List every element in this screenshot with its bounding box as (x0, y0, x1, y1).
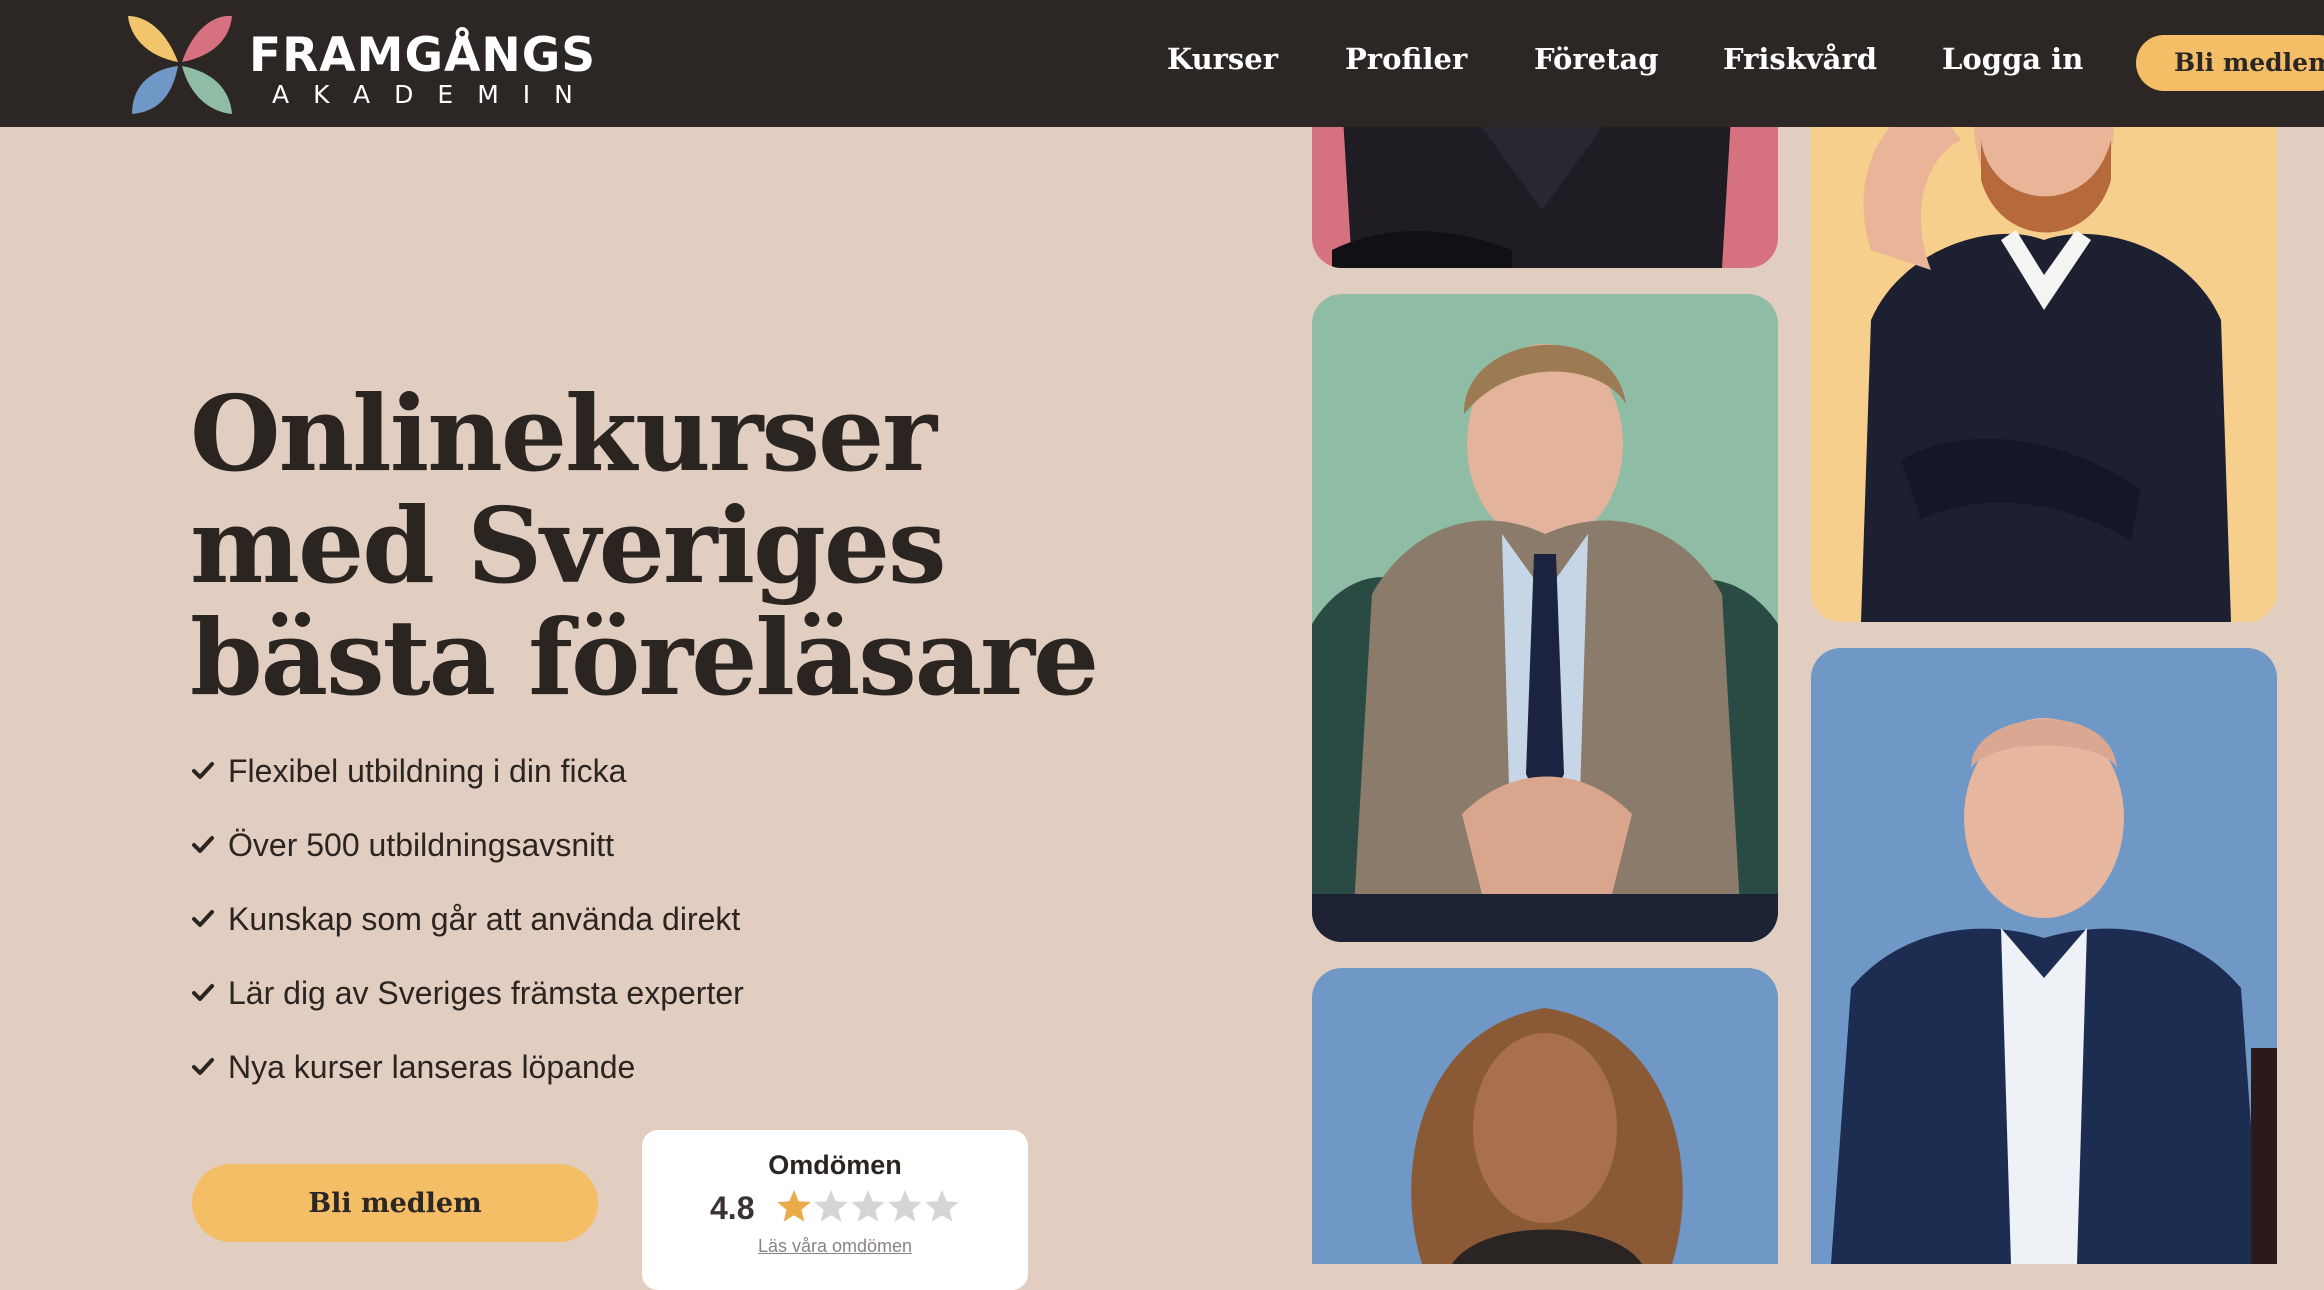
speaker-portrait (1411, 1008, 1683, 1264)
speaker-photo-green (1312, 294, 1778, 942)
benefit-item: Flexibel utbildning i din ficka (190, 734, 744, 808)
nav-item-friskvard[interactable]: Friskvård (1723, 42, 1877, 77)
top-navigation-bar: FRAMGÅNGS AKADEMIN Kurser Profiler Föret… (0, 0, 2324, 127)
benefit-text: Lär dig av Sveriges främsta experter (228, 974, 744, 1011)
benefit-item: Kunskap som går att använda direkt (190, 882, 744, 956)
logo-subtitle: AKADEMIN (272, 80, 597, 109)
star-icon (888, 1190, 922, 1222)
logo-wordmark: FRAMGÅNGS (249, 28, 597, 83)
checkmark-icon (192, 910, 214, 927)
speaker-portrait (1312, 344, 1778, 942)
star-icon (851, 1190, 885, 1222)
benefit-item: Över 500 utbildningsavsnitt (190, 808, 744, 882)
benefit-text: Nya kurser lanseras löpande (228, 1048, 636, 1085)
star-icon (925, 1190, 959, 1222)
join-button[interactable]: Bli medlem (192, 1164, 598, 1242)
checkmark-icon (192, 836, 214, 853)
star-rating (777, 1190, 959, 1222)
read-reviews-link[interactable]: Läs våra omdömen (642, 1236, 1028, 1257)
benefit-text: Kunskap som går att använda direkt (228, 900, 741, 937)
benefit-text: Flexibel utbildning i din ficka (228, 752, 627, 789)
star-icon-filled (777, 1190, 811, 1222)
checkmark-icon (192, 762, 214, 779)
nav-item-logga-in[interactable]: Logga in (1942, 42, 2083, 77)
benefit-item: Nya kurser lanseras löpande (190, 1030, 744, 1104)
hero-title-line: med Sveriges (190, 484, 947, 607)
hero-title: Onlinekurser med Sveriges bästa föreläsa… (190, 378, 1190, 714)
benefit-list: Flexibel utbildning i din ficka Över 500… (190, 734, 744, 1104)
speaker-portrait (1831, 718, 2277, 1264)
checkmark-icon (192, 1058, 214, 1075)
speaker-photo-blue-right (1811, 648, 2277, 1264)
reviews-widget[interactable]: Omdömen 4.8 Läs våra omdömen (642, 1130, 1028, 1290)
brand-logo[interactable]: FRAMGÅNGS AKADEMIN (126, 10, 595, 118)
nav-item-profiler[interactable]: Profiler (1345, 42, 1467, 77)
nav-item-foretag[interactable]: Företag (1534, 42, 1659, 77)
speaker-photo-blue-left (1312, 968, 1778, 1264)
star-icon (814, 1190, 848, 1222)
rating-score: 4.8 (710, 1190, 755, 1226)
hero-title-line: Onlinekurser (190, 372, 937, 495)
hero-title-line: bästa föreläsare (190, 596, 1099, 719)
nav-item-kurser[interactable]: Kurser (1167, 42, 1278, 77)
checkmark-icon (192, 984, 214, 1001)
benefit-item: Lär dig av Sveriges främsta experter (190, 956, 744, 1030)
speaker-portrait (1861, 100, 2231, 622)
benefit-text: Över 500 utbildningsavsnitt (228, 826, 614, 863)
speaker-photo-yellow (1811, 100, 2277, 622)
header-join-button[interactable]: Bli medlem (2136, 35, 2324, 91)
reviews-title: Omdömen (768, 1150, 902, 1180)
flower-logo-icon (128, 15, 232, 114)
